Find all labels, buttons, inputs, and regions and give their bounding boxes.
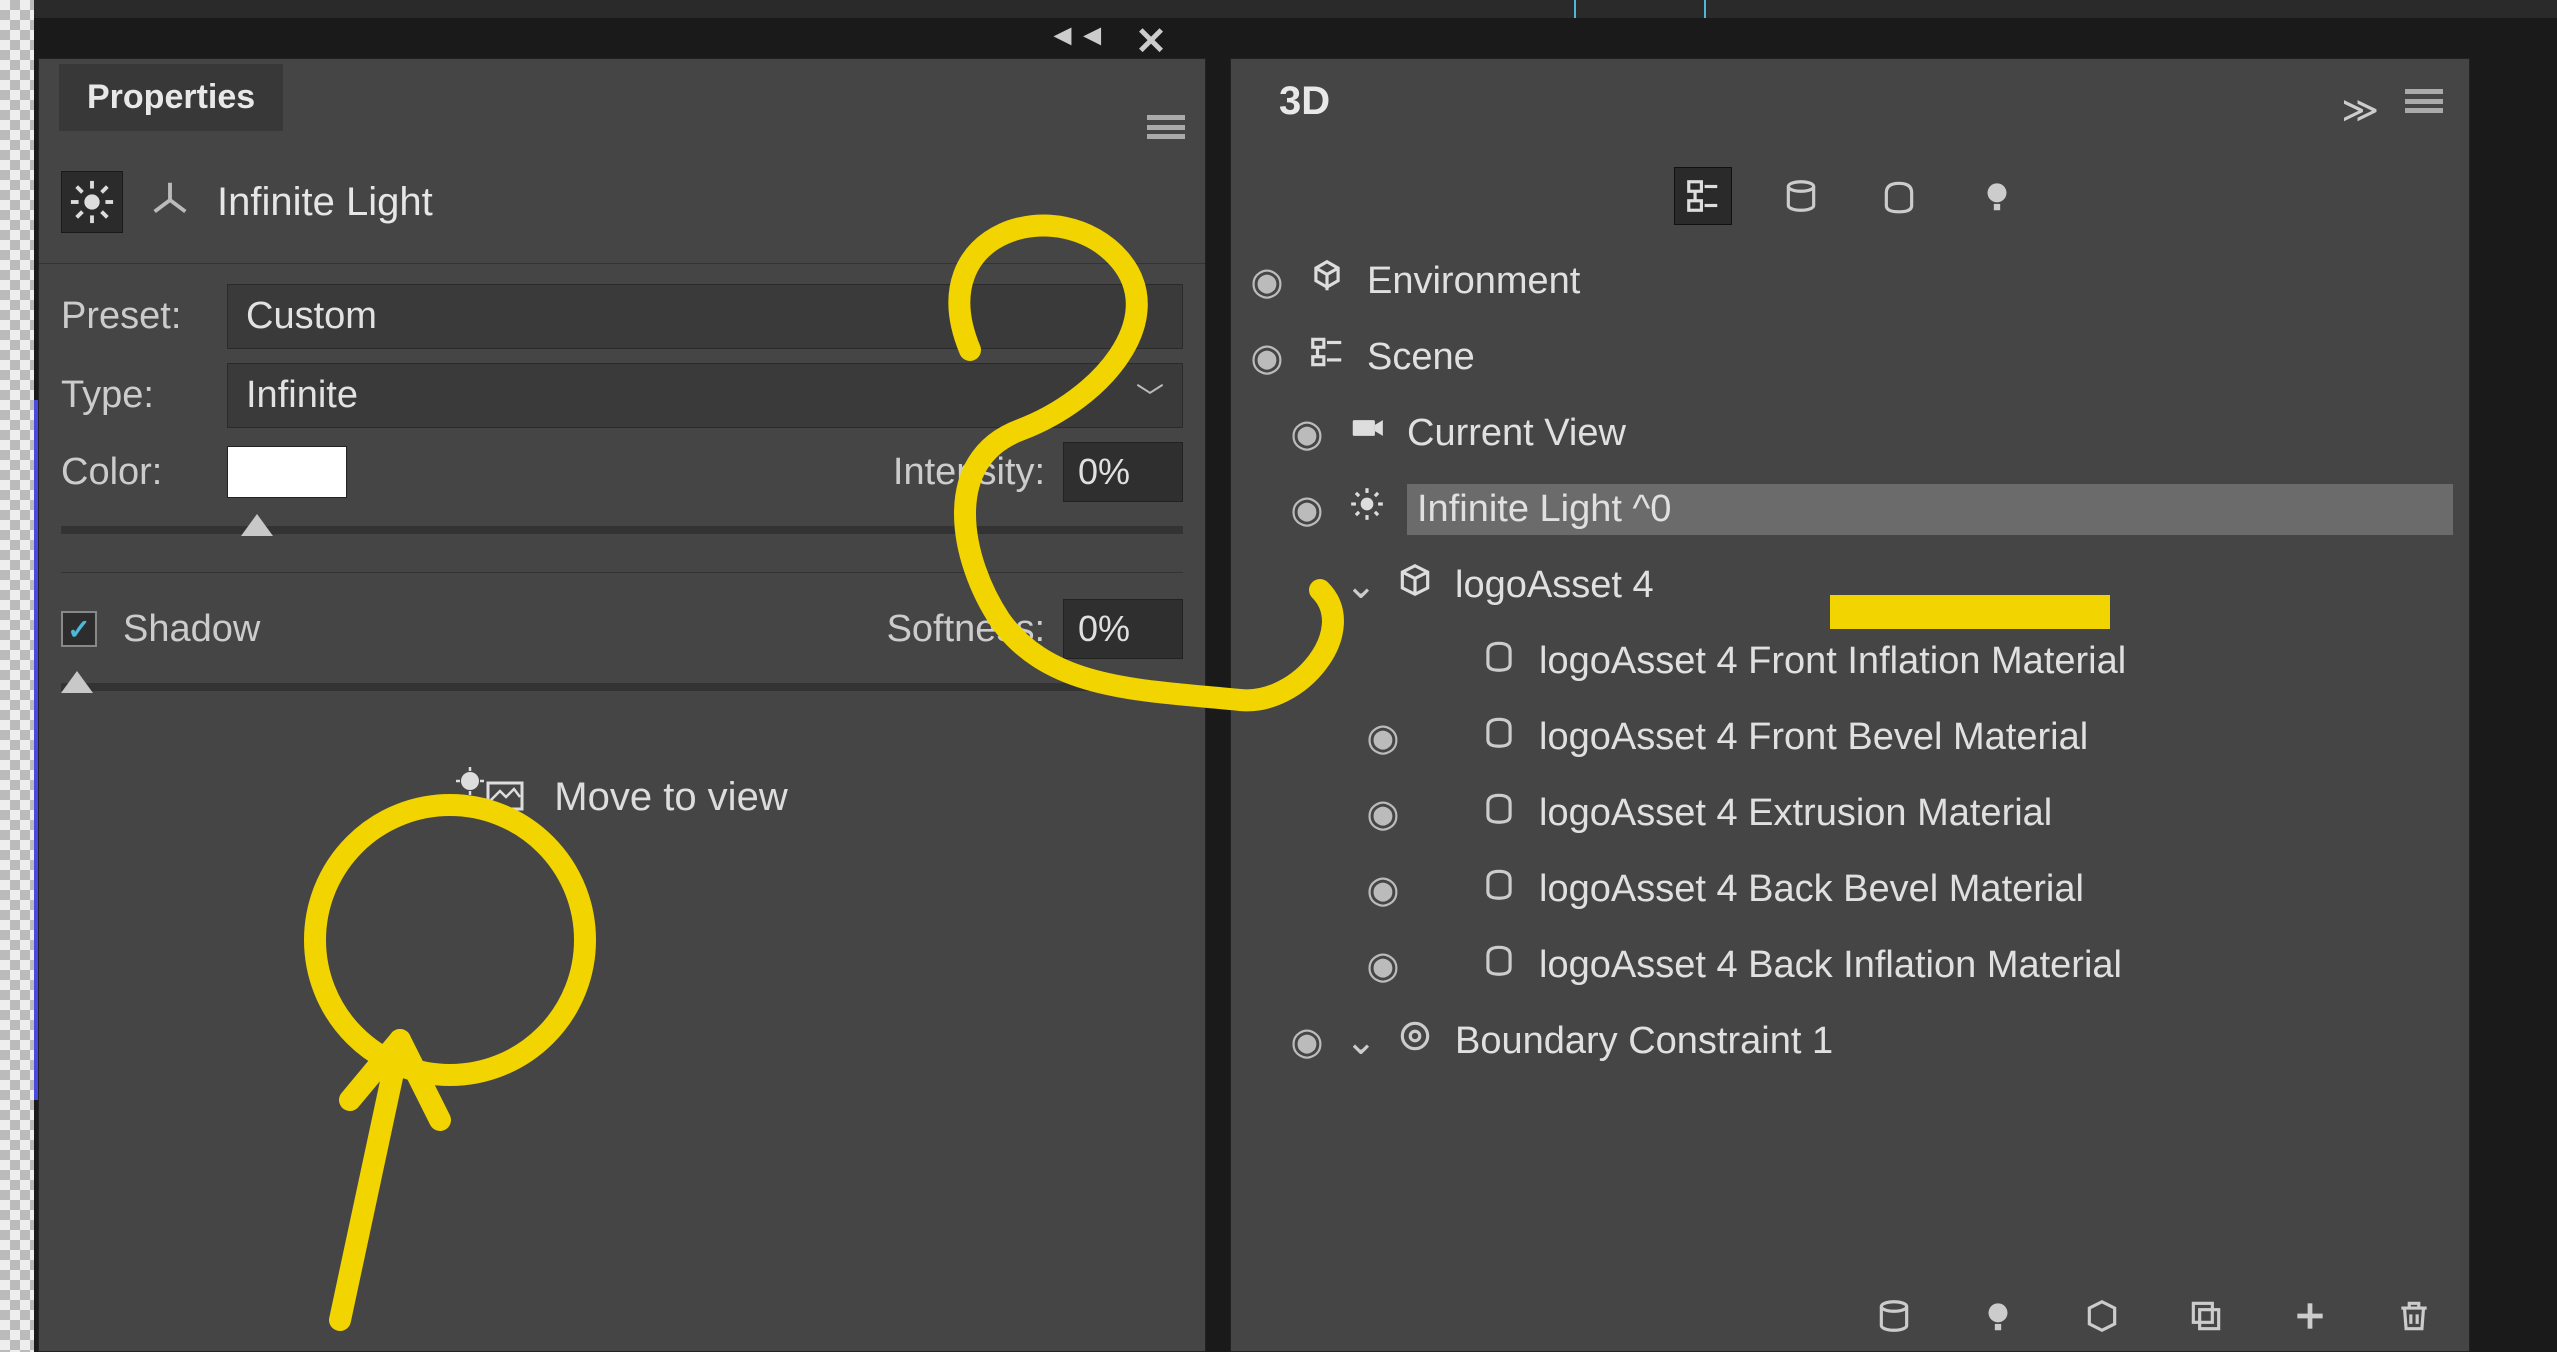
material-icon — [1477, 713, 1521, 761]
softness-field[interactable]: 0% — [1063, 599, 1183, 659]
tree-label: Scene — [1367, 336, 1475, 379]
slider-thumb[interactable] — [61, 671, 93, 693]
panel-menu-icon[interactable] — [2405, 89, 2443, 113]
type-value: Infinite — [246, 374, 358, 417]
visibility-eye-icon[interactable]: ◉ — [1363, 943, 1403, 988]
chevron-down-icon: ﹀ — [1136, 376, 1164, 416]
tree-label: logoAsset 4 Front Inflation Material — [1539, 640, 2126, 683]
expand-toggle-icon[interactable]: ⌄ — [1345, 563, 1375, 608]
tab-properties[interactable]: Properties — [59, 64, 283, 131]
tree-label: logoAsset 4 Extrusion Material — [1539, 792, 2052, 835]
visibility-eye-icon[interactable]: ◉ — [1363, 867, 1403, 912]
light-icon[interactable] — [61, 171, 123, 233]
panel-collapse-icon[interactable]: ◄◄ — [1048, 19, 1107, 53]
tree-label: Boundary Constraint 1 — [1455, 1020, 1833, 1063]
panel-bottom-bar — [1869, 1291, 2439, 1341]
tree-label: Current View — [1407, 412, 1626, 455]
intensity-field[interactable]: 0% — [1063, 442, 1183, 502]
add-icon[interactable] — [2285, 1291, 2335, 1341]
filter-lights-icon[interactable] — [1968, 167, 2026, 225]
softness-slider[interactable] — [61, 683, 1183, 691]
material-icon — [1477, 637, 1521, 685]
filter-bar — [1231, 143, 2469, 243]
light-icon — [1345, 485, 1389, 533]
softness-label: Softness: — [887, 608, 1045, 651]
tree-current-view[interactable]: ◉ Current View — [1231, 395, 2469, 471]
tree-boundary-constraint[interactable]: ◉ ⌄ Boundary Constraint 1 — [1231, 1003, 2469, 1079]
tree-label: logoAsset 4 — [1455, 564, 1654, 607]
duplicate-icon[interactable] — [2181, 1291, 2231, 1341]
shadow-label: Shadow — [123, 608, 260, 651]
more-icon[interactable]: ≫ — [2341, 89, 2379, 131]
panel-menu-icon[interactable] — [1147, 115, 1185, 139]
coordinates-icon[interactable] — [147, 177, 193, 228]
tree-label: logoAsset 4 Back Inflation Material — [1539, 944, 2122, 987]
preset-label: Preset: — [61, 295, 201, 338]
panel-tabs: Properties — [39, 59, 1205, 135]
tree-environment[interactable]: ◉ Environment — [1231, 243, 2469, 319]
tree-material[interactable]: ◉ logoAsset 4 Front Inflation Material — [1231, 623, 2469, 699]
move-to-view-button[interactable]: Move to view — [61, 729, 1183, 865]
visibility-eye-icon[interactable]: ◉ — [1287, 411, 1327, 456]
scene-tree: ◉ Environment ◉ Scene ◉ Current View ◉ I… — [1231, 243, 2469, 1079]
trash-icon[interactable] — [2389, 1291, 2439, 1341]
close-icon[interactable]: ✕ — [1135, 19, 1167, 64]
slider-thumb[interactable] — [241, 514, 273, 536]
type-label: Type: — [61, 374, 201, 417]
preset-value: Custom — [246, 295, 377, 338]
material-icon — [1477, 865, 1521, 913]
tree-logoasset[interactable]: ◉ ⌄ logoAsset 4 — [1231, 547, 2469, 623]
visibility-eye-icon[interactable]: ◉ — [1363, 715, 1403, 760]
intensity-slider[interactable] — [61, 526, 1183, 534]
constraint-icon — [1393, 1017, 1437, 1065]
environment-icon — [1305, 257, 1349, 305]
object-title: Infinite Light — [217, 180, 433, 225]
visibility-eye-icon[interactable]: ◉ — [1247, 335, 1287, 380]
visibility-eye-icon[interactable]: ◉ — [1287, 1019, 1327, 1064]
filter-meshes-icon[interactable] — [1772, 167, 1830, 225]
color-label: Color: — [61, 451, 201, 494]
ruler — [34, 0, 2557, 18]
visibility-eye-icon[interactable]: ◉ — [1363, 791, 1403, 836]
tree-label: Infinite Light ^0 — [1417, 488, 1671, 530]
panel-tabs: 3D ≫ — [1231, 59, 2469, 143]
tree-label: Environment — [1367, 260, 1580, 303]
tree-material[interactable]: ◉ logoAsset 4 Extrusion Material — [1231, 775, 2469, 851]
visibility-eye-icon[interactable]: ◉ — [1287, 487, 1327, 532]
camera-icon — [1345, 409, 1389, 457]
tree-infinite-light[interactable]: ◉ Infinite Light ^0 — [1231, 471, 2469, 547]
tree-material[interactable]: ◉ logoAsset 4 Back Inflation Material — [1231, 927, 2469, 1003]
material-icon — [1477, 789, 1521, 837]
ruler-marker — [1704, 0, 1706, 18]
intensity-label: Intensity: — [893, 451, 1045, 494]
new-light-icon[interactable] — [1973, 1291, 2023, 1341]
type-dropdown[interactable]: Infinite ﹀ — [227, 363, 1183, 428]
mesh-icon — [1393, 561, 1437, 609]
tree-material[interactable]: ◉ logoAsset 4 Back Bevel Material — [1231, 851, 2469, 927]
visibility-eye-icon[interactable]: ◉ — [1247, 259, 1287, 304]
move-to-view-label: Move to view — [554, 775, 787, 820]
expand-toggle-icon[interactable]: ⌄ — [1345, 1019, 1375, 1064]
color-swatch[interactable] — [227, 446, 347, 498]
3d-panel: 3D ≫ ◉ Environment ◉ Scene ◉ Current Vie… — [1230, 58, 2470, 1352]
preset-dropdown[interactable]: Custom — [227, 284, 1183, 349]
light-to-view-icon — [456, 767, 526, 827]
tab-3d[interactable]: 3D — [1251, 65, 1358, 138]
filter-scene-icon[interactable] — [1674, 167, 1732, 225]
material-icon — [1477, 941, 1521, 989]
tree-scene[interactable]: ◉ Scene — [1231, 319, 2469, 395]
shadow-checkbox[interactable]: ✓ — [61, 611, 97, 647]
tree-label: logoAsset 4 Front Bevel Material — [1539, 716, 2088, 759]
ruler-marker — [1574, 0, 1576, 18]
scene-icon — [1305, 333, 1349, 381]
tree-label: logoAsset 4 Back Bevel Material — [1539, 868, 2084, 911]
canvas-transparency-edge — [0, 0, 34, 1352]
properties-panel: ◄◄ ✕ Properties Infinite Light Preset: C… — [38, 58, 1206, 1352]
filter-materials-icon[interactable] — [1870, 167, 1928, 225]
new-mesh-icon[interactable] — [2077, 1291, 2127, 1341]
tree-material[interactable]: ◉ logoAsset 4 Front Bevel Material — [1231, 699, 2469, 775]
render-icon[interactable] — [1869, 1291, 1919, 1341]
